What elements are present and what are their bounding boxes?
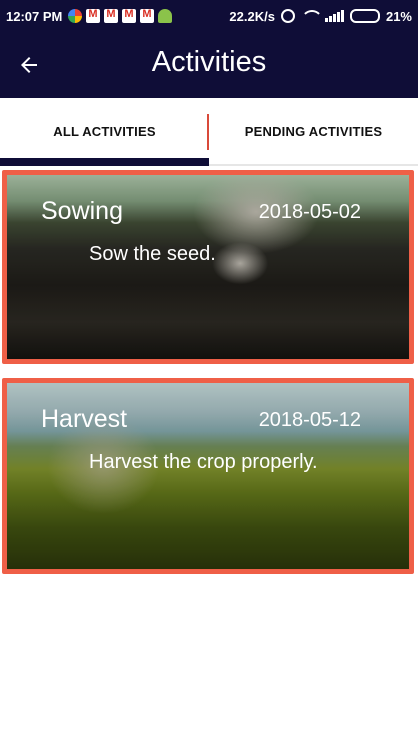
network-speed: 22.2K/s xyxy=(229,8,275,24)
wifi-icon xyxy=(300,10,323,22)
status-time: 12:07 PM xyxy=(6,8,63,24)
app-bar: Activities xyxy=(0,32,418,98)
status-right: 22.2K/s 21% xyxy=(229,9,412,24)
tab-all-activities[interactable]: ALL ACTIVITIES xyxy=(0,98,209,166)
alarm-icon xyxy=(280,9,295,23)
page-title: Activities xyxy=(151,46,267,78)
activity-date: 2018-05-12 xyxy=(258,409,361,431)
signal-icon xyxy=(324,10,344,22)
gmail-icon xyxy=(104,8,119,23)
photos-icon xyxy=(68,9,83,23)
android-icon xyxy=(158,9,173,23)
activity-description: Harvest the crop properly. xyxy=(89,451,318,473)
activity-title: Harvest xyxy=(41,405,128,433)
activity-card-harvest[interactable]: Harvest 2018-05-12 Harvest the crop prop… xyxy=(2,378,414,574)
tab-bar: ALL ACTIVITIES PENDING ACTIVITIES xyxy=(0,98,418,166)
battery-percent: 21% xyxy=(385,8,412,24)
activity-title: Sowing xyxy=(41,197,123,225)
tab-pending-activities[interactable]: PENDING ACTIVITIES xyxy=(209,98,418,164)
battery-icon xyxy=(349,9,380,23)
status-left: 12:07 PM xyxy=(6,8,173,24)
status-bar: 12:07 PM 22.2K/s 21% xyxy=(0,0,418,32)
activity-card-sowing[interactable]: Sowing 2018-05-02 Sow the seed. xyxy=(2,170,414,364)
activity-description: Sow the seed. xyxy=(89,243,216,265)
activity-date: 2018-05-02 xyxy=(258,201,361,223)
gmail-icon xyxy=(140,8,155,23)
gmail-icon xyxy=(122,8,137,23)
gmail-icon xyxy=(86,8,101,23)
tab-divider xyxy=(207,114,209,150)
